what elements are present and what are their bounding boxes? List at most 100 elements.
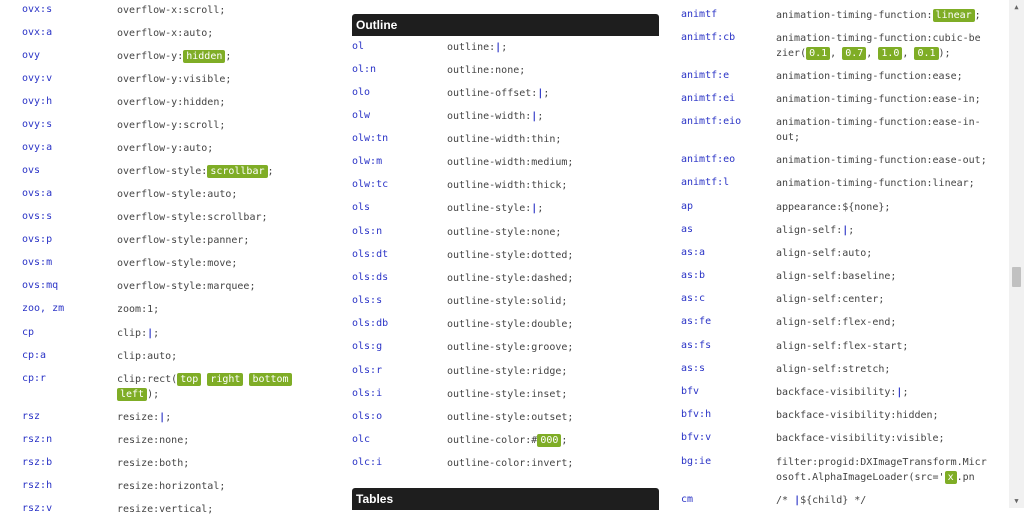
css-expansion: overflow-style:scrollbar; bbox=[117, 164, 322, 179]
expansion-text: outline: bbox=[447, 42, 496, 53]
css-expansion: outline-style:groove; bbox=[447, 340, 659, 355]
css-expansion: backface-visibility:visible; bbox=[776, 431, 991, 446]
css-expansion: outline-style:none; bbox=[447, 225, 659, 240]
expansion-text: outline:none; bbox=[447, 65, 526, 76]
css-expansion: outline:|; bbox=[447, 40, 659, 55]
css-expansion: outline-width:thin; bbox=[447, 132, 659, 147]
css-expansion: animation-timing-function:ease-in-out; bbox=[776, 115, 981, 145]
expansion-text: align-self:center; bbox=[776, 294, 885, 305]
abbreviation-key: animtf:l bbox=[681, 177, 730, 188]
expansion-text: outline-style:dashed; bbox=[447, 273, 574, 284]
abbreviation-key: bfv:h bbox=[681, 409, 712, 420]
section-header-outline: Outline bbox=[352, 14, 659, 36]
abbreviation-key: ols:dt bbox=[352, 249, 389, 260]
abbreviation-key: ol:n bbox=[352, 64, 377, 75]
abbreviation-key: animtf:e bbox=[681, 70, 730, 81]
scroll-down-arrow-icon[interactable]: ▼ bbox=[1009, 494, 1024, 508]
abbreviation-key: as bbox=[681, 224, 694, 235]
css-expansion: overflow-x:auto; bbox=[117, 26, 322, 41]
expansion-text: ; bbox=[543, 88, 550, 99]
expansion-text: align-self:stretch; bbox=[776, 364, 891, 375]
abbreviation-key: ovs:p bbox=[22, 234, 53, 245]
expansion-text: resize:none; bbox=[117, 435, 190, 446]
abbreviation-key: cp:r bbox=[22, 373, 47, 384]
css-expansion: resize:|; bbox=[117, 410, 322, 425]
abbreviation-key: cp bbox=[22, 327, 35, 338]
expansion-text: align-self:auto; bbox=[776, 248, 873, 259]
css-expansion: outline-width:thick; bbox=[447, 178, 659, 193]
abbreviation-key: ovs:m bbox=[22, 257, 53, 268]
expansion-text: backface-visibility:visible; bbox=[776, 433, 945, 444]
expansion-text: animation-timing-function:ease-out; bbox=[776, 155, 987, 166]
expansion-text: clip:rect( bbox=[117, 374, 178, 385]
abbreviation-key: as:fe bbox=[681, 316, 712, 327]
expansion-text: , bbox=[866, 48, 879, 59]
expansion-text: , bbox=[830, 48, 843, 59]
expansion-text: backface-visibility: bbox=[776, 387, 897, 398]
placeholder-token: hidden bbox=[183, 50, 226, 63]
placeholder-token: 0.1 bbox=[914, 47, 939, 60]
abbreviation-key: animtf:ei bbox=[681, 93, 736, 104]
expansion-text: align-self:flex-start; bbox=[776, 341, 909, 352]
expansion-text: outline-width: bbox=[447, 111, 532, 122]
abbreviation-key: ols:n bbox=[352, 226, 383, 237]
abbreviation-key: ovs:a bbox=[22, 188, 53, 199]
abbreviation-key: olc bbox=[352, 434, 371, 445]
expansion-text: ; bbox=[153, 328, 160, 339]
expansion-text: animation-timing-function:linear; bbox=[776, 178, 975, 189]
css-expansion: outline-style:double; bbox=[447, 317, 659, 332]
expansion-text: animation-timing-function: bbox=[776, 10, 933, 21]
expansion-text: overflow-x:auto; bbox=[117, 28, 214, 39]
abbreviation-key: cm bbox=[681, 494, 694, 505]
expansion-text: appearance:${none}; bbox=[776, 202, 891, 213]
scrollbar-thumb[interactable] bbox=[1012, 267, 1021, 287]
section-header-tables: Tables bbox=[352, 488, 659, 510]
css-expansion: align-self:auto; bbox=[776, 246, 991, 261]
css-expansion: overflow-y:auto; bbox=[117, 141, 322, 156]
expansion-text: ; bbox=[974, 10, 981, 21]
abbreviation-key: olw bbox=[352, 110, 371, 121]
abbreviation-key: ovs:s bbox=[22, 211, 53, 222]
abbreviation-key: ols:o bbox=[352, 411, 383, 422]
css-expansion: align-self:baseline; bbox=[776, 269, 991, 284]
abbreviation-key: ovy:h bbox=[22, 96, 53, 107]
abbreviation-key: olo bbox=[352, 87, 371, 98]
expansion-text: overflow-y: bbox=[117, 51, 184, 62]
abbreviation-key: ovy:v bbox=[22, 73, 53, 84]
placeholder-token: x bbox=[944, 471, 957, 484]
css-expansion: animation-timing-function:ease-out; bbox=[776, 153, 991, 168]
abbreviation-key: ols:ds bbox=[352, 272, 389, 283]
expansion-text: outline-style:dotted; bbox=[447, 250, 574, 261]
expansion-text: overflow-x:scroll; bbox=[117, 5, 226, 16]
expansion-text: outline-width:medium; bbox=[447, 157, 574, 168]
expansion-text: overflow-style:auto; bbox=[117, 189, 238, 200]
css-expansion: outline-style:dotted; bbox=[447, 248, 659, 263]
css-expansion: resize:none; bbox=[117, 433, 322, 448]
css-expansion: filter:progid:DXImageTransform.Microsoft… bbox=[776, 455, 989, 485]
placeholder-token: 000 bbox=[537, 434, 562, 447]
expansion-text: backface-visibility:hidden; bbox=[776, 410, 939, 421]
expansion-text: outline-style:ridge; bbox=[447, 366, 568, 377]
abbreviation-key: rsz bbox=[22, 411, 41, 422]
expansion-text: outline-color:invert; bbox=[447, 458, 574, 469]
abbreviation-key: ols bbox=[352, 202, 371, 213]
expansion-text: resize: bbox=[117, 412, 160, 423]
abbreviation-key: olw:tn bbox=[352, 133, 389, 144]
scroll-up-arrow-icon[interactable]: ▲ bbox=[1009, 0, 1024, 14]
abbreviation-key: ols:g bbox=[352, 341, 383, 352]
abbreviation-key: olc:i bbox=[352, 457, 383, 468]
expansion-text: outline-style:groove; bbox=[447, 342, 574, 353]
abbreviation-key: as:a bbox=[681, 247, 706, 258]
expansion-text: outline-offset: bbox=[447, 88, 538, 99]
expansion-text: resize:horizontal; bbox=[117, 481, 226, 492]
abbreviation-key: cp:a bbox=[22, 350, 47, 361]
css-expansion: overflow-y:hidden; bbox=[117, 49, 322, 64]
expansion-text: outline-width:thin; bbox=[447, 134, 562, 145]
abbreviation-key: ovs bbox=[22, 165, 41, 176]
expansion-text: outline-style:double; bbox=[447, 319, 574, 330]
expansion-text: resize:vertical; bbox=[117, 504, 214, 515]
vertical-scrollbar[interactable]: ▲ ▼ bbox=[1009, 0, 1024, 508]
abbreviation-key: animtf:cb bbox=[681, 32, 736, 43]
expansion-text: ; bbox=[225, 51, 232, 62]
css-expansion: outline-style:outset; bbox=[447, 410, 659, 425]
